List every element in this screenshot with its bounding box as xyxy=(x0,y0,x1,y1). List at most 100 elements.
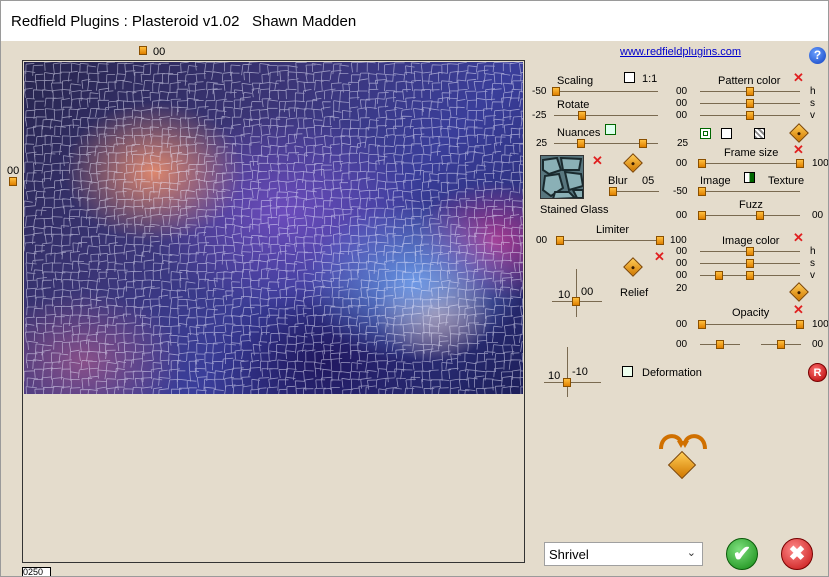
opacity-bottom-left-slider[interactable] xyxy=(716,340,724,349)
stained-glass-thumbnail[interactable] xyxy=(540,155,584,199)
nuances-left-value: 25 xyxy=(536,138,548,149)
frame-mode-solid-inner xyxy=(703,131,708,136)
image-v-right-slider[interactable] xyxy=(746,271,754,280)
check-icon: ✔ xyxy=(732,541,752,566)
image-color-random-icon[interactable] xyxy=(789,282,809,302)
ratio-label: 1:1 xyxy=(642,73,658,85)
opacity-track xyxy=(700,324,802,325)
image-v-left-slider[interactable] xyxy=(715,271,723,280)
preset-select[interactable]: Shrivel ⌄ xyxy=(544,542,703,566)
scaling-label: Scaling xyxy=(557,75,594,87)
frame-mode-texture[interactable] xyxy=(754,128,765,139)
pattern-color-label: Pattern color xyxy=(718,75,781,87)
help-icon[interactable]: ? xyxy=(809,47,826,64)
frame-mode-empty[interactable] xyxy=(721,128,732,139)
fuzz-left-slider[interactable] xyxy=(698,211,706,220)
limiter-max-slider[interactable] xyxy=(656,236,664,245)
crackle-pattern xyxy=(24,62,523,394)
opacity-min-slider[interactable] xyxy=(698,320,706,329)
cancel-button[interactable]: ✖ xyxy=(781,538,813,570)
help-label: ? xyxy=(813,48,822,62)
preview-top-value: 00 xyxy=(153,46,166,58)
relief-reset-icon[interactable]: ✕ xyxy=(654,250,665,263)
blur-slider[interactable] xyxy=(609,187,617,196)
pattern-h-value: 00 xyxy=(676,86,688,97)
opacity-bottom-right-slider[interactable] xyxy=(777,340,785,349)
image-s-slider[interactable] xyxy=(746,259,754,268)
blur-label: Blur xyxy=(608,175,628,187)
fuzz-left-value: 00 xyxy=(676,210,688,221)
nuances-right-value: 25 xyxy=(677,138,689,149)
fuzz-right-slider[interactable] xyxy=(756,211,764,220)
preview-horizontal-scroll-handle[interactable] xyxy=(139,46,147,55)
pattern-s-slider[interactable] xyxy=(746,99,754,108)
image-texture-slider[interactable] xyxy=(698,187,706,196)
deformation-horizontal-axis xyxy=(544,382,601,383)
nuances-checkbox[interactable] xyxy=(605,124,616,135)
title-bar: Redfield Plugins : Plasteroid v1.02 Shaw… xyxy=(1,1,828,41)
image-h-slider[interactable] xyxy=(746,247,754,256)
nuances-left-slider[interactable] xyxy=(577,139,585,148)
limiter-min-value: 00 xyxy=(536,235,548,246)
relief-vertical-axis xyxy=(576,269,577,317)
randomize-arrows-icon[interactable] xyxy=(657,429,709,451)
opacity-min-value: 00 xyxy=(676,319,688,330)
rotate-track xyxy=(554,115,658,116)
ratio-checkbox[interactable] xyxy=(624,72,635,83)
deformation-pad-handle[interactable] xyxy=(563,378,571,387)
rotate-slider[interactable] xyxy=(578,111,586,120)
preview-vertical-scroll-handle[interactable] xyxy=(9,177,17,186)
image-color-reset-icon[interactable]: ✕ xyxy=(793,231,804,244)
stained-glass-label: Stained Glass xyxy=(540,204,609,216)
relief-random-icon[interactable] xyxy=(623,257,643,277)
opacity-max-value: 100 xyxy=(812,319,829,330)
relief-pad-handle[interactable] xyxy=(572,297,580,306)
frame-random-icon[interactable] xyxy=(789,123,809,143)
deformation-checkbox[interactable] xyxy=(622,366,633,377)
frame-size-reset-icon[interactable]: ✕ xyxy=(793,143,804,156)
limiter-label: Limiter xyxy=(596,224,630,236)
randomize-dice-icon[interactable] xyxy=(667,450,697,480)
frame-size-max-value: 100 xyxy=(812,158,829,169)
pattern-v-slider[interactable] xyxy=(746,111,754,120)
frame-size-max-slider[interactable] xyxy=(796,159,804,168)
image-h-letter: h xyxy=(810,246,816,257)
nuances-right-slider[interactable] xyxy=(639,139,647,148)
relief-x-value: 10 xyxy=(558,289,571,301)
opacity-reset-icon[interactable]: ✕ xyxy=(793,303,804,316)
limiter-track xyxy=(559,240,663,241)
frame-size-min-slider[interactable] xyxy=(698,159,706,168)
fuzz-label: Fuzz xyxy=(739,199,763,211)
pattern-color-reset-icon[interactable]: ✕ xyxy=(793,71,804,84)
image-s-letter: s xyxy=(810,258,815,269)
image-color-extra-value: 20 xyxy=(676,283,688,294)
image-v-letter: v xyxy=(810,270,815,281)
nuances-label: Nuances xyxy=(557,127,601,139)
plugin-window: Redfield Plugins : Plasteroid v1.02 Shaw… xyxy=(0,0,829,577)
opacity-max-slider[interactable] xyxy=(796,320,804,329)
limiter-min-slider[interactable] xyxy=(556,236,564,245)
stained-glass-random-icon[interactable] xyxy=(623,153,643,173)
fuzz-right-value: 00 xyxy=(812,210,824,221)
pattern-h-letter: h xyxy=(810,86,816,97)
relief-y-value: 00 xyxy=(581,286,594,298)
window-title: Redfield Plugins : Plasteroid v1.02 Shaw… xyxy=(11,13,357,30)
reset-all-button[interactable]: R xyxy=(808,363,827,382)
preview-left-value: 00 xyxy=(7,165,20,177)
close-icon: ✖ xyxy=(788,543,806,565)
scaling-slider[interactable] xyxy=(552,87,560,96)
stained-glass-reset-icon[interactable]: ✕ xyxy=(592,154,603,167)
blur-value: 05 xyxy=(642,175,655,187)
preset-selected-value: Shrivel xyxy=(549,547,589,562)
ok-button[interactable]: ✔ xyxy=(726,538,758,570)
pattern-s-letter: s xyxy=(810,98,815,109)
pattern-h-slider[interactable] xyxy=(746,87,754,96)
opacity-bottom-left-value: 00 xyxy=(676,339,688,350)
website-link[interactable]: www.redfieldplugins.com xyxy=(620,46,741,58)
frame-size-min-value: 00 xyxy=(676,158,688,169)
image-texture-checkbox[interactable] xyxy=(744,172,755,183)
pattern-v-letter: v xyxy=(810,110,815,121)
opacity-label: Opacity xyxy=(732,307,770,319)
frame-size-track xyxy=(700,163,802,164)
pattern-v-value: 00 xyxy=(676,110,688,121)
